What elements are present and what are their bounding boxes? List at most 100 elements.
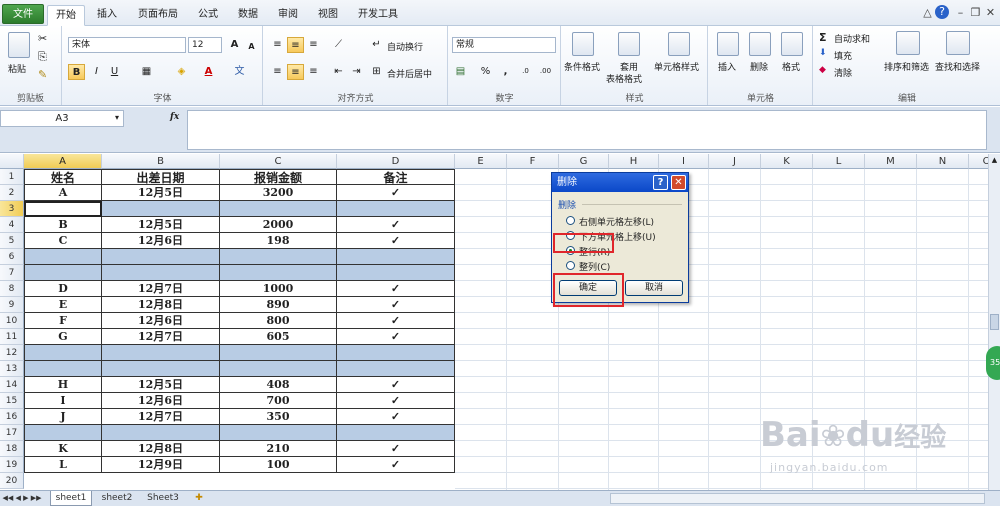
column-header-c[interactable]: C — [220, 154, 337, 169]
fill-color-icon[interactable]: ◈ — [173, 64, 190, 80]
autosum-label[interactable]: 自动求和 — [834, 32, 870, 45]
wrap-text-label[interactable]: 自动换行 — [387, 40, 423, 53]
clear-label[interactable]: 清除 — [834, 66, 852, 79]
row-header[interactable]: 18 — [0, 441, 24, 457]
worksheet-grid[interactable]: ABCDEFGHIJKLMNO 1 姓名 出差日期 报销金额 备注 2 A 12月5日 3200… — [0, 154, 988, 490]
cell-d18[interactable]: ✓ — [337, 441, 455, 457]
cell-c5[interactable]: 198 — [220, 233, 337, 249]
cell-b15[interactable]: 12月6日 — [102, 393, 220, 409]
radio-shift-left[interactable] — [566, 216, 575, 225]
cell-b12[interactable] — [102, 345, 220, 361]
align-left-icon[interactable]: ≡ — [269, 64, 286, 80]
row-header[interactable]: 2 — [0, 185, 24, 201]
cell-c13[interactable] — [220, 361, 337, 377]
option-shift-left[interactable]: 右侧单元格左移(L) — [579, 215, 654, 228]
clear-icon[interactable]: ◆ — [819, 65, 826, 75]
cell-a15[interactable]: I — [24, 393, 102, 409]
font-size-combo[interactable]: 12 — [188, 37, 222, 53]
phonetic-icon[interactable]: 文 — [231, 64, 248, 80]
horizontal-scrollbar[interactable] — [610, 493, 985, 504]
row-header[interactable]: 4 — [0, 217, 24, 233]
sort-filter-label[interactable]: 排序和筛选 — [884, 60, 929, 73]
decrease-decimal-icon[interactable]: .00 — [537, 64, 554, 80]
cell-d6[interactable] — [337, 249, 455, 265]
cell-b3[interactable] — [102, 201, 220, 217]
cell-b10[interactable]: 12月6日 — [102, 313, 220, 329]
align-center-icon[interactable]: ≡ — [287, 64, 304, 80]
sheet-tab-2[interactable]: sheet2 — [96, 491, 138, 506]
tab-developer[interactable]: 开发工具 — [350, 5, 406, 26]
row-header[interactable]: 11 — [0, 329, 24, 345]
cell-c10[interactable]: 800 — [220, 313, 337, 329]
cell-a19[interactable]: L — [24, 457, 102, 473]
cell-a17[interactable] — [24, 425, 102, 441]
find-select-label[interactable]: 查找和选择 — [935, 60, 980, 73]
radio-entire-column[interactable] — [566, 261, 575, 270]
scroll-up-icon[interactable]: ▲ — [990, 156, 999, 166]
number-format-combo[interactable]: 常规 — [452, 37, 556, 53]
tab-home[interactable]: 开始 — [47, 5, 85, 26]
cell-c18[interactable]: 210 — [220, 441, 337, 457]
column-header-f[interactable]: F — [507, 154, 559, 169]
cell-d5[interactable]: ✓ — [337, 233, 455, 249]
grow-font-button[interactable]: A — [226, 37, 243, 53]
cell-b18[interactable]: 12月8日 — [102, 441, 220, 457]
cell-d17[interactable] — [337, 425, 455, 441]
name-box[interactable]: A3 — [0, 110, 124, 127]
cell-a18[interactable]: K — [24, 441, 102, 457]
cell-d10[interactable]: ✓ — [337, 313, 455, 329]
cell-b2[interactable]: 12月5日 — [102, 185, 220, 201]
align-right-icon[interactable]: ≡ — [305, 64, 322, 80]
row-header[interactable]: 16 — [0, 409, 24, 425]
cell-d14[interactable]: ✓ — [337, 377, 455, 393]
cell-a14[interactable]: H — [24, 377, 102, 393]
cell-b17[interactable] — [102, 425, 220, 441]
format-cells-icon[interactable] — [781, 32, 803, 56]
cancel-button[interactable]: 取消 — [625, 280, 683, 296]
cell-c6[interactable] — [220, 249, 337, 265]
formula-input[interactable] — [187, 110, 987, 150]
bold-button[interactable]: B — [68, 64, 85, 80]
cell-d4[interactable]: ✓ — [337, 217, 455, 233]
cell-c1[interactable]: 报销金额 — [220, 169, 337, 185]
new-sheet-icon[interactable]: ✚ — [190, 491, 208, 506]
align-top-icon[interactable]: ≡ — [269, 37, 286, 53]
cell-d2[interactable]: ✓ — [337, 185, 455, 201]
decrease-indent-icon[interactable]: ⇤ — [330, 64, 347, 80]
select-all-corner[interactable] — [0, 154, 24, 169]
underline-button[interactable]: U — [106, 64, 123, 80]
row-header[interactable]: 15 — [0, 393, 24, 409]
cell-d8[interactable]: ✓ — [337, 281, 455, 297]
column-header-b[interactable]: B — [102, 154, 220, 169]
dialog-close-button[interactable]: ✕ — [671, 175, 686, 190]
cell-b11[interactable]: 12月7日 — [102, 329, 220, 345]
cell-a5[interactable]: C — [24, 233, 102, 249]
row-header[interactable]: 5 — [0, 233, 24, 249]
cell-c16[interactable]: 350 — [220, 409, 337, 425]
ribbon-minimize-icon[interactable]: △ — [920, 6, 935, 19]
sort-filter-icon[interactable] — [896, 31, 920, 55]
cell-a13[interactable] — [24, 361, 102, 377]
cell-d13[interactable] — [337, 361, 455, 377]
row-header[interactable]: 1 — [0, 169, 24, 185]
cell-c2[interactable]: 3200 — [220, 185, 337, 201]
row-header[interactable]: 20 — [0, 473, 24, 489]
cell-b13[interactable] — [102, 361, 220, 377]
cell-c14[interactable]: 408 — [220, 377, 337, 393]
cell-b14[interactable]: 12月5日 — [102, 377, 220, 393]
cell-b6[interactable] — [102, 249, 220, 265]
row-header[interactable]: 13 — [0, 361, 24, 377]
tab-formulas[interactable]: 公式 — [190, 5, 226, 26]
tab-data[interactable]: 数据 — [230, 5, 266, 26]
cell-c9[interactable]: 890 — [220, 297, 337, 313]
wrap-text-icon[interactable]: ↵ — [368, 37, 385, 53]
column-header-o[interactable]: O — [969, 154, 988, 169]
row-header[interactable]: 14 — [0, 377, 24, 393]
insert-cells-icon[interactable] — [717, 32, 739, 56]
cell-d1[interactable]: 备注 — [337, 169, 455, 185]
format-as-table-label2[interactable]: 表格格式 — [606, 72, 642, 85]
cell-a10[interactable]: F — [24, 313, 102, 329]
cell-a8[interactable]: D — [24, 281, 102, 297]
delete-cells-label[interactable]: 删除 — [750, 60, 768, 73]
cell-d15[interactable]: ✓ — [337, 393, 455, 409]
